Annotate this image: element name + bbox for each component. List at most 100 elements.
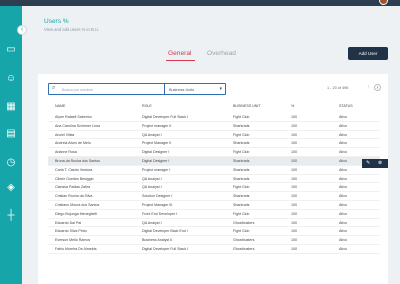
cell-role: Project manager I: [142, 167, 171, 172]
table-row[interactable]: Cristiano Moura dos Santos Project Manage…: [48, 201, 380, 210]
table-row[interactable]: Everson Mello Ramos Business Analyst II Gh…: [48, 236, 380, 245]
cell-status: Ativo: [339, 132, 347, 137]
search-placeholder: Busca por nombre: [62, 87, 94, 92]
page-title: Users %: [44, 18, 69, 25]
cell-role: Project Manager III: [142, 202, 173, 207]
row-actions: ✎ ⊗: [362, 159, 388, 168]
cell-business-unit: Fight Club: [233, 185, 250, 190]
avatar[interactable]: [379, 0, 388, 5]
chevron-left-icon: ‹: [20, 26, 24, 33]
table-row[interactable]: Cristian Rocha da Silva Solution Designer…: [48, 192, 380, 201]
delete-icon[interactable]: ⊗: [378, 160, 382, 166]
cell-name: Eduardo Silva Pinto: [55, 229, 87, 234]
shield-icon[interactable]: ◈: [5, 182, 17, 194]
table-row[interactable]: Arianne Rosa Digital Designer I Fight Club…: [48, 148, 380, 157]
table-row[interactable]: Fabio Moreira De Almeida Digital Develope…: [48, 245, 380, 254]
document-icon[interactable]: ▤: [5, 128, 17, 140]
table-row[interactable]: Alyne Rafaelt Saberino Digital Developer …: [48, 113, 380, 122]
cell-status: Ativo: [339, 150, 347, 155]
cell-business-unit: Sharkrads: [233, 123, 250, 128]
table-row[interactable]: Andreia Alves de Melo Project Manager II S…: [48, 139, 380, 149]
pagination-prev-button[interactable]: ‹: [365, 84, 372, 91]
table-row[interactable]: Carla T. Castro Ventura Project manager I…: [48, 166, 380, 175]
table-row[interactable]: Anciel Villas QA Analyst I Fight Club 100 At…: [48, 131, 380, 140]
cell-percent: 100: [291, 202, 297, 207]
cell-status: Ativo: [339, 176, 347, 181]
cell-name: Cristian Rocha da Silva: [55, 194, 93, 199]
cell-status: Ativo: [339, 167, 347, 172]
person-icon[interactable]: ☺: [5, 73, 17, 85]
cell-business-unit: Sharkrads: [233, 202, 250, 207]
table-body: Alyne Rafaelt Saberino Digital Developer …: [48, 113, 380, 254]
table-row[interactable]: Clarissa Padlas Zafira QA Analyst I Fight …: [48, 183, 380, 193]
cell-role: Digital Developer Full Stack I: [142, 246, 189, 251]
cell-percent: 100: [291, 220, 297, 225]
column-header-role[interactable]: ROLE: [142, 104, 152, 108]
cell-status: Ativo: [339, 220, 347, 225]
cell-percent: 100: [291, 158, 297, 163]
cell-role: Project Manager II: [142, 141, 172, 146]
cell-role: QA Analyst I: [142, 185, 162, 190]
cell-role: Front End Developer I: [142, 211, 178, 216]
cell-percent: 100: [291, 132, 297, 137]
column-header-business-unit[interactable]: BUSINESS UNIT: [233, 104, 261, 108]
cell-status: Ativo: [339, 115, 347, 119]
cell-percent: 100: [291, 150, 297, 155]
cell-business-unit: Fight Club: [233, 132, 250, 137]
cell-percent: 100: [291, 246, 297, 251]
table-row[interactable]: Ana Carolina Schirmer Lima Project manage…: [48, 122, 380, 131]
table-row[interactable]: Eduardo Silva Pinto Digital Developer Bac…: [48, 227, 380, 237]
cell-name: Fabio Moreira De Almeida: [55, 246, 97, 251]
users-card: ⌕ Busca por nombre Business Units ▾ 1 - …: [38, 74, 388, 284]
cell-percent: 100: [291, 176, 297, 181]
cell-role: QA Analyst I: [142, 176, 162, 181]
tab-overhead[interactable]: Overhead: [207, 50, 236, 57]
active-tab-underline: [166, 60, 195, 61]
cell-percent: 100: [291, 123, 297, 128]
top-bar: [0, 0, 400, 6]
table-row[interactable]: Eduardo Dal Pai QA Analyst I Ghostbusters 1…: [48, 219, 380, 228]
cell-name: Alyne Rafaelt Saberino: [55, 115, 92, 119]
pagination-next-button[interactable]: ›: [374, 84, 381, 91]
cell-business-unit: Sharkrads: [233, 158, 250, 163]
tab-general[interactable]: General: [168, 50, 191, 57]
cell-name: Eduardo Dal Pai: [55, 220, 82, 225]
chevron-down-icon: ▾: [219, 86, 222, 92]
cell-name: Anciel Villas: [55, 132, 75, 137]
cell-percent: 100: [291, 194, 297, 199]
table-header: NAME ROLE BUSINESS UNIT % STATUS: [48, 102, 380, 110]
cell-percent: 100: [291, 141, 297, 146]
org-chart-icon[interactable]: ┼: [5, 210, 17, 222]
table-row[interactable]: Diego Bojunga Menegbelli Front End Develo…: [48, 210, 380, 219]
pagination-range: 1 - 20 of 496: [327, 86, 349, 90]
cell-role: Digital Developer Back End I: [142, 229, 188, 234]
cell-name: Ana Carolina Schirmer Lima: [55, 123, 100, 128]
chevron-left-icon: ‹: [367, 84, 370, 90]
cell-business-unit: Sharkrads: [233, 176, 250, 181]
cell-name: Arianne Rosa: [55, 150, 77, 155]
cell-status: Ativo: [339, 141, 347, 146]
cell-status: Ativo: [339, 158, 347, 163]
building-icon[interactable]: ▦: [5, 101, 17, 113]
cell-role: Digital Designer I: [142, 158, 170, 163]
cell-business-unit: Sharkrads: [233, 141, 250, 146]
column-header-status[interactable]: STATUS: [339, 104, 353, 108]
cell-business-unit: Sharkrads: [233, 167, 250, 172]
table-row[interactable]: Bruna da Rocha dos Santos Digital Designe…: [48, 156, 380, 166]
column-header-percent[interactable]: %: [291, 104, 294, 108]
add-user-button[interactable]: Add User: [348, 47, 388, 60]
clock-icon[interactable]: ◷: [5, 157, 17, 169]
sidebar-collapse-button[interactable]: ‹: [17, 25, 27, 35]
cell-percent: 100: [291, 238, 297, 243]
business-unit-select[interactable]: Business Units ▾: [164, 83, 226, 95]
edit-icon[interactable]: ✎: [366, 160, 370, 166]
cell-role: Project manager II: [142, 123, 172, 128]
cell-role: QA Analyst I: [142, 132, 162, 137]
cell-percent: 100: [291, 167, 297, 172]
table-row[interactable]: Cibele Guedes Besiggio QA Analyst I Sharkr…: [48, 175, 380, 184]
cell-business-unit: Ghostbusters: [233, 220, 255, 225]
tv-icon[interactable]: ▭: [5, 44, 17, 56]
cell-name: Diego Bojunga Menegbelli: [55, 211, 97, 216]
cell-business-unit: Fight Club: [233, 115, 250, 119]
column-header-name[interactable]: NAME: [55, 104, 65, 108]
